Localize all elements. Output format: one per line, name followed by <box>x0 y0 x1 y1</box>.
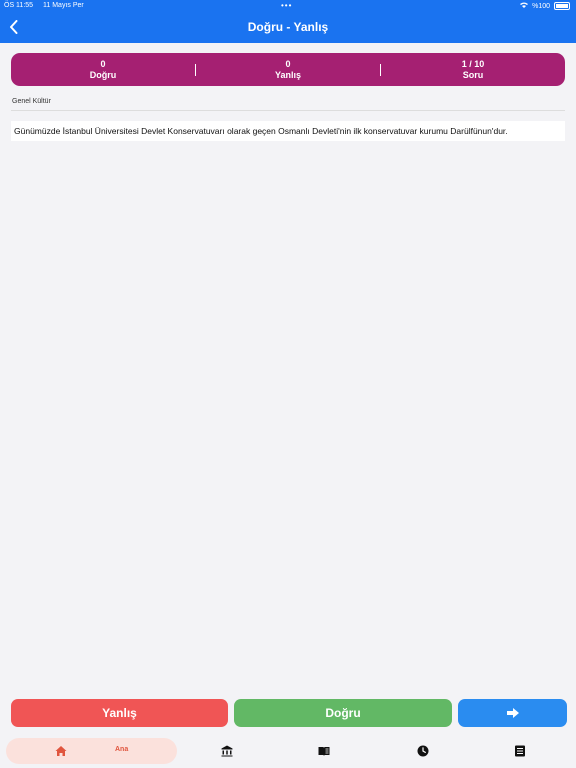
tab-history[interactable] <box>415 743 431 759</box>
list-icon <box>515 745 525 757</box>
bank-icon <box>221 745 233 757</box>
tab-book[interactable] <box>316 743 332 759</box>
category-label: Genel Kültür <box>12 98 51 105</box>
status-date: 11 Mayıs Per <box>43 2 84 9</box>
tab-home-label: Ana <box>115 746 129 753</box>
tab-bar: Ana <box>0 733 576 768</box>
score-wrong: 0 Yanlış <box>196 59 380 81</box>
tab-bank[interactable] <box>219 743 235 759</box>
score-correct: 0 Doğru <box>11 59 195 81</box>
false-button[interactable]: Yanlış <box>11 699 228 727</box>
book-icon <box>318 747 330 756</box>
status-bar: ÖS 11:55 11 Mayıs Per ••• %100 <box>0 0 576 12</box>
clock-icon <box>417 745 429 757</box>
status-right: %100 <box>520 2 570 10</box>
next-button[interactable] <box>458 699 567 727</box>
true-button[interactable]: Doğru <box>234 699 452 727</box>
score-bar: 0 Doğru 0 Yanlış 1 / 10 Soru <box>11 53 565 86</box>
home-icon <box>55 744 67 762</box>
arrow-right-icon <box>506 708 519 718</box>
question-label: Soru <box>462 69 484 80</box>
battery-percent: %100 <box>532 2 550 10</box>
multitask-dots-icon[interactable]: ••• <box>281 1 292 10</box>
wrong-count: 0 <box>285 58 291 69</box>
correct-label: Doğru <box>89 69 117 80</box>
header-bar: ÖS 11:55 11 Mayıs Per ••• %100 Doğru - Y… <box>0 0 576 43</box>
battery-icon <box>554 2 570 10</box>
question-text: Günümüzde İstanbul Üniversitesi Devlet K… <box>11 121 565 141</box>
status-time: ÖS 11:55 <box>4 2 34 9</box>
page-title: Doğru - Yanlış <box>247 20 329 34</box>
question-progress: 1 / 10 <box>461 58 485 69</box>
wifi-icon <box>520 2 529 10</box>
score-question: 1 / 10 Soru <box>381 59 565 81</box>
correct-count: 0 <box>100 58 106 69</box>
tab-home[interactable]: Ana <box>6 738 177 764</box>
category-divider <box>11 110 565 111</box>
wrong-label: Yanlış <box>274 69 301 80</box>
tab-list[interactable] <box>512 743 528 759</box>
status-left: ÖS 11:55 11 Mayıs Per <box>4 2 92 9</box>
